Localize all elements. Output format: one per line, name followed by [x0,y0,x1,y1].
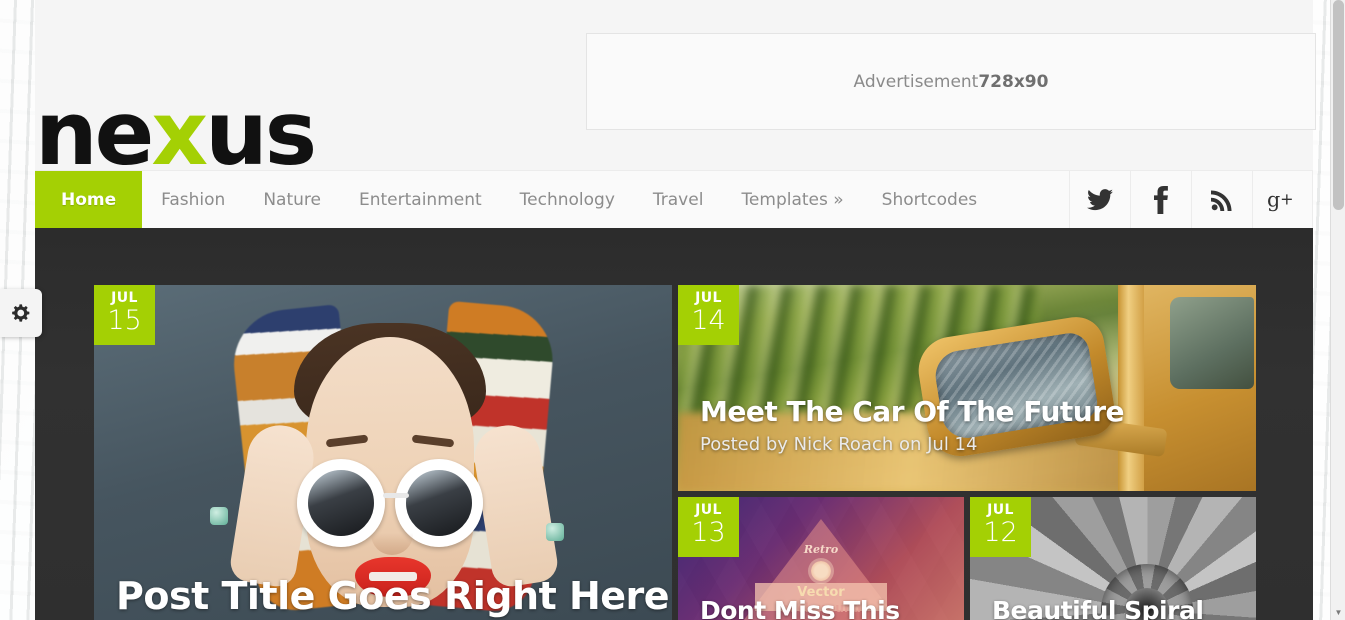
main-navigation-bar: Home Fashion Nature Entertainment Techno… [35,170,1313,228]
nav-item-shortcodes[interactable]: Shortcodes [863,171,996,228]
date-badge-month: JUL [695,502,722,518]
site-logo[interactable]: nexus [35,90,317,178]
decor-ring-right [546,523,564,541]
decor-car-pillar [1118,285,1144,491]
facebook-icon[interactable] [1130,171,1191,228]
date-badge: JUL 13 [678,497,739,557]
date-badge-day: 15 [107,305,142,336]
date-badge-month: JUL [111,290,138,306]
settings-panel-toggle[interactable] [0,289,42,337]
googleplus-icon[interactable]: g + [1252,171,1313,228]
nav-item-travel[interactable]: Travel [634,171,723,228]
advertisement-size: 728x90 [978,71,1049,92]
date-badge-day: 13 [691,517,726,548]
advertisement-label: Advertisement [853,71,979,92]
featured-post-retro-title[interactable]: Dont Miss This [700,596,900,620]
nav-item-technology[interactable]: Technology [501,171,634,228]
featured-post-main-image [94,285,672,620]
decor-car-window [1170,297,1254,389]
nav-item-entertainment[interactable]: Entertainment [340,171,501,228]
overlay-word-retro: Retro [803,543,839,556]
nav-item-templates[interactable]: Templates » [722,171,862,228]
featured-posts-bottom-row: Retro Vector background JUL 13 Dont Miss… [678,497,1256,620]
svg-text:+: + [1280,189,1293,208]
decor-ring-left [210,507,228,525]
date-badge-day: 14 [691,305,726,336]
date-badge-month: JUL [987,502,1014,518]
featured-posts-right-column: JUL 14 Meet The Car Of The Future Posted… [678,285,1256,620]
social-icon-group: g + [1069,171,1313,228]
featured-post-car-title[interactable]: Meet The Car Of The Future [700,395,1125,429]
date-badge: JUL 15 [94,285,155,345]
decor-sunburst [811,561,831,581]
featured-post-main-title[interactable]: Post Title Goes Right Here [116,574,670,618]
main-menu: Home Fashion Nature Entertainment Techno… [35,171,1069,228]
featured-post-car[interactable]: JUL 14 Meet The Car Of The Future Posted… [678,285,1256,491]
featured-posts-grid: JUL 15 Post Title Goes Right Here JUL 14… [94,285,1256,620]
twitter-icon[interactable] [1069,171,1130,228]
date-badge-day: 12 [983,517,1018,548]
date-badge-month: JUL [695,290,722,306]
scrollbar-thumb[interactable] [1333,0,1344,210]
advertisement-banner[interactable]: Advertisement 728x90 [586,33,1316,130]
featured-post-car-meta: Posted by Nick Roach on Jul 14 [700,434,978,455]
featured-post-retro[interactable]: Retro Vector background JUL 13 Dont Miss… [678,497,964,620]
featured-post-spiral[interactable]: JUL 12 Beautiful Spiral [970,497,1256,620]
vertical-scrollbar[interactable]: ▲ ▼ [1330,0,1345,620]
nav-item-fashion[interactable]: Fashion [142,171,244,228]
date-badge: JUL 14 [678,285,739,345]
svg-text:g: g [1267,188,1280,212]
gear-icon [12,304,30,322]
featured-post-spiral-title[interactable]: Beautiful Spiral [992,596,1204,620]
scrollbar-arrow-down[interactable]: ▼ [1331,605,1345,620]
decor-sunglass-bridge [383,493,409,498]
featured-post-car-image [678,285,1256,491]
rss-icon[interactable] [1191,171,1252,228]
nav-item-home[interactable]: Home [35,171,143,228]
date-badge: JUL 12 [970,497,1031,557]
featured-post-main[interactable]: JUL 15 Post Title Goes Right Here [94,285,672,620]
featured-content-area: JUL 15 Post Title Goes Right Here JUL 14… [35,228,1313,620]
site-header: nexus Advertisement 728x90 [35,0,1316,178]
site-container: nexus Advertisement 728x90 Home Fashion … [35,0,1316,620]
nav-item-nature[interactable]: Nature [244,171,340,228]
